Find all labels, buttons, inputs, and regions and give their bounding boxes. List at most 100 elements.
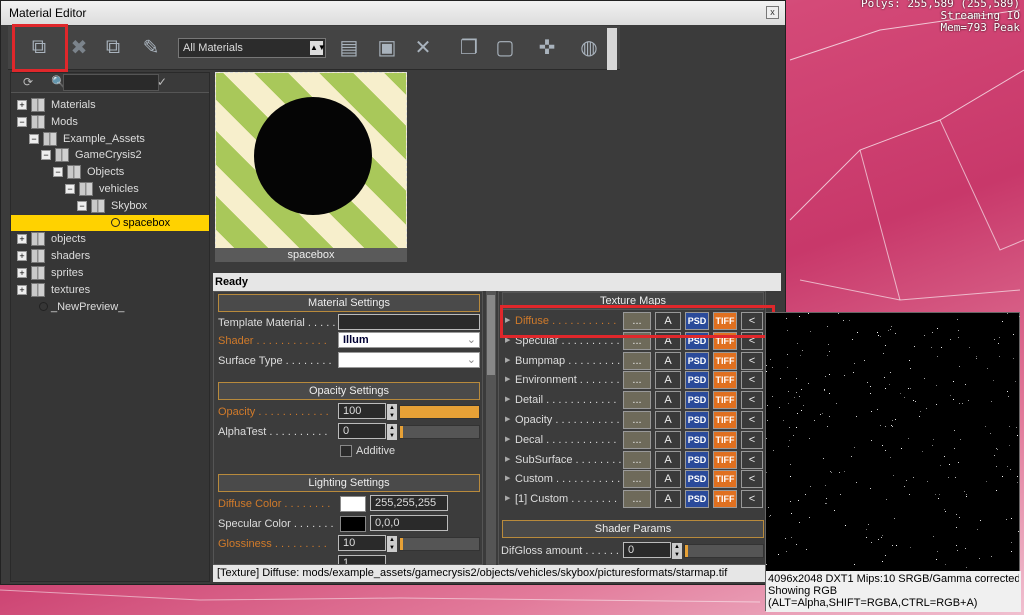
opacity-spinner[interactable]: ▲ ▼	[387, 404, 397, 420]
tree-node[interactable]: − Skybox	[11, 198, 209, 215]
open-tiff-button[interactable]: TIFF	[713, 490, 737, 509]
tree-node[interactable]: + objects	[11, 231, 209, 248]
tree-node[interactable]: spacebox	[11, 214, 209, 232]
checkmark-icon[interactable]: ✓	[157, 75, 167, 89]
browse-texture-button[interactable]: ...	[623, 411, 651, 429]
pick-button[interactable]: ✎	[136, 32, 166, 62]
open-tiff-button[interactable]: TIFF	[713, 331, 737, 350]
diffuse-color-input[interactable]: 255,255,255	[370, 495, 448, 511]
alpha-button[interactable]: A	[655, 450, 681, 469]
surface-type-select[interactable]: ⌄	[338, 352, 480, 368]
glossiness-input[interactable]: 10	[338, 535, 386, 551]
reset-texture-button[interactable]: <	[741, 351, 763, 370]
alpha-button[interactable]: A	[655, 331, 681, 350]
difgloss-spinner[interactable]: ▲ ▼	[672, 543, 682, 559]
tree-node[interactable]: + textures	[11, 282, 209, 299]
open-tiff-button[interactable]: TIFF	[713, 371, 737, 390]
expand-arrow-icon[interactable]: ▶	[505, 312, 510, 330]
open-psd-button[interactable]: PSD	[685, 391, 709, 410]
browse-texture-button[interactable]: ...	[623, 371, 651, 390]
alpha-button[interactable]: A	[655, 470, 681, 489]
expand-arrow-icon[interactable]: ▶	[505, 411, 510, 429]
expand-arrow-icon[interactable]: ▶	[505, 332, 510, 350]
alpha-button[interactable]: A	[655, 371, 681, 390]
tree-node[interactable]: − GameCrysis2	[11, 147, 209, 164]
open-tiff-button[interactable]: TIFF	[713, 470, 737, 489]
open-tiff-button[interactable]: TIFF	[713, 351, 737, 370]
reset-texture-button[interactable]: <	[741, 430, 763, 449]
reset-texture-button[interactable]: <	[741, 331, 763, 350]
alphatest-spinner[interactable]: ▲ ▼	[387, 424, 397, 440]
reset-texture-button[interactable]: <	[741, 450, 763, 469]
close-button[interactable]: x	[766, 6, 779, 19]
tree-node[interactable]: − Example_Assets	[11, 131, 209, 148]
expand-icon[interactable]: +	[17, 284, 27, 295]
open-psd-button[interactable]: PSD	[685, 470, 709, 489]
tree-node[interactable]: + Materials	[11, 97, 209, 114]
browse-texture-button[interactable]: ...	[623, 351, 651, 370]
collapse-icon[interactable]: −	[65, 183, 75, 194]
open-psd-button[interactable]: PSD	[685, 411, 709, 429]
open-tiff-button[interactable]: TIFF	[713, 411, 737, 429]
alpha-button[interactable]: A	[655, 312, 681, 330]
alpha-button[interactable]: A	[655, 430, 681, 449]
expand-arrow-icon[interactable]: ▶	[505, 470, 510, 488]
collapse-icon[interactable]: −	[29, 133, 39, 144]
browse-texture-button[interactable]: ...	[623, 490, 651, 509]
remove-button[interactable]: ✖	[64, 32, 94, 62]
reset-texture-button[interactable]: <	[741, 411, 763, 429]
paste-button[interactable]: ▢	[490, 32, 520, 62]
tree-node[interactable]: − Mods	[11, 114, 209, 131]
add-material-button[interactable]: ▤	[334, 32, 364, 62]
lighting-settings-header[interactable]: Lighting Settings	[218, 474, 480, 492]
reset-texture-button[interactable]: <	[741, 470, 763, 489]
open-psd-button[interactable]: PSD	[685, 490, 709, 509]
expand-arrow-icon[interactable]: ▶	[505, 490, 510, 508]
browse-texture-button[interactable]: ...	[623, 391, 651, 410]
expand-arrow-icon[interactable]: ▶	[505, 431, 510, 449]
alpha-button[interactable]: A	[655, 411, 681, 429]
difgloss-input[interactable]: 0	[623, 542, 671, 558]
opacity-settings-header[interactable]: Opacity Settings	[218, 382, 480, 400]
delete-button[interactable]: ✕	[408, 32, 438, 62]
expand-arrow-icon[interactable]: ▶	[505, 391, 510, 409]
open-psd-button[interactable]: PSD	[685, 351, 709, 370]
open-tiff-button[interactable]: TIFF	[713, 391, 737, 410]
extra-param-input[interactable]: 1	[338, 555, 386, 564]
tree-node[interactable]: + sprites	[11, 265, 209, 282]
copy-button[interactable]: ❐	[454, 32, 484, 62]
refresh-icon[interactable]: ⟳	[23, 75, 33, 89]
browse-texture-button[interactable]: ...	[623, 450, 651, 469]
opacity-input[interactable]: 100	[338, 403, 386, 419]
diffuse-color-swatch[interactable]	[340, 496, 366, 512]
reset-texture-button[interactable]: <	[741, 371, 763, 390]
specular-color-input[interactable]: 0,0,0	[370, 515, 448, 531]
open-psd-button[interactable]: PSD	[685, 331, 709, 350]
alphatest-input[interactable]: 0	[338, 423, 386, 439]
alphatest-slider[interactable]	[399, 425, 480, 439]
tree-node[interactable]: − vehicles	[11, 181, 209, 198]
collapse-icon[interactable]: −	[53, 167, 63, 178]
toolbar-grip[interactable]	[607, 28, 617, 70]
expand-icon[interactable]: +	[17, 100, 27, 110]
alpha-button[interactable]: A	[655, 391, 681, 410]
expand-arrow-icon[interactable]: ▶	[505, 371, 510, 389]
collapse-icon[interactable]: −	[17, 116, 27, 127]
open-tiff-button[interactable]: TIFF	[713, 312, 737, 330]
additive-checkbox[interactable]	[340, 445, 352, 457]
tree-node[interactable]: _NewPreview_	[11, 299, 209, 316]
shader-params-header[interactable]: Shader Params	[502, 520, 764, 538]
texture-maps-header[interactable]: Texture Maps	[502, 292, 764, 310]
material-filter-select[interactable]: All Materials ▲▼	[178, 38, 326, 58]
tree-node[interactable]: − Objects	[11, 164, 209, 181]
expand-arrow-icon[interactable]: ▶	[505, 451, 510, 469]
get-from-selection-button[interactable]: ⧉	[24, 32, 54, 62]
specular-color-swatch[interactable]	[340, 516, 366, 532]
collapse-icon[interactable]: −	[41, 150, 51, 161]
open-psd-button[interactable]: PSD	[685, 450, 709, 469]
glossiness-slider[interactable]	[399, 537, 480, 551]
expand-arrow-icon[interactable]: ▶	[505, 352, 510, 370]
expand-icon[interactable]: +	[17, 267, 27, 278]
material-settings-header[interactable]: Material Settings	[218, 294, 480, 312]
alpha-button[interactable]: A	[655, 351, 681, 370]
